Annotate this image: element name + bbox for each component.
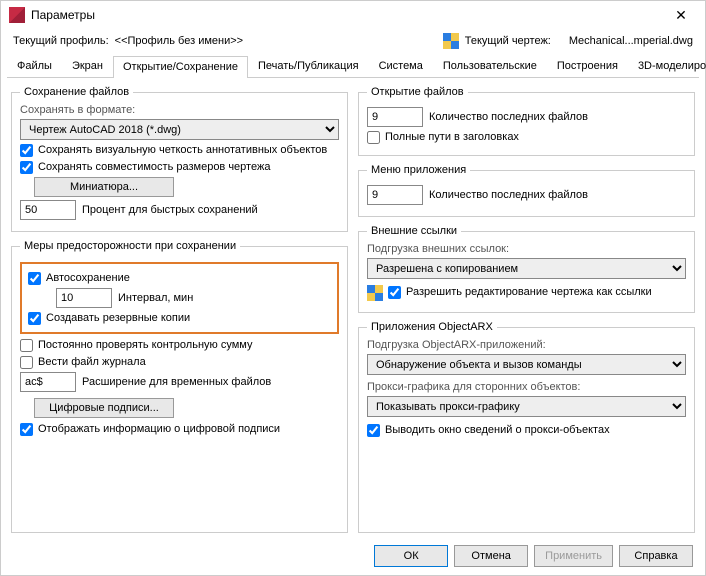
arx-demand-label: Подгрузка ObjectARX-приложений: [367,339,686,351]
tab-print[interactable]: Печать/Публикация [248,55,369,77]
tab-screen[interactable]: Экран [62,55,113,77]
window-title: Параметры [31,8,665,22]
appmenu-recent-label: Количество последних файлов [429,189,588,201]
chk-crc[interactable] [20,339,33,352]
legend-app-menu: Меню приложения [367,164,470,176]
save-format-label: Сохранять в формате: [20,104,339,116]
chk-annot-visual[interactable] [20,144,33,157]
chk-full-path-title-label: Полные пути в заголовках [385,130,686,144]
tab-user[interactable]: Пользовательские [433,55,547,77]
group-app-menu: Меню приложения Количество последних фай… [358,164,695,217]
tab-drafting[interactable]: Построения [547,55,628,77]
dialog-buttons: ОК Отмена Применить Справка [1,537,705,575]
tab-system[interactable]: Система [369,55,433,77]
tab-3d[interactable]: 3D-моделирова [628,55,706,77]
chk-show-signature[interactable] [20,423,33,436]
autosave-highlight: Автосохранение Интервал, мин Создавать р… [20,262,339,334]
incremental-save-label: Процент для быстрых сохранений [82,204,258,216]
current-drawing-label: Текущий чертеж: [465,35,551,47]
group-file-open: Открытие файлов Количество последних фай… [358,86,695,156]
cancel-button[interactable]: Отмена [454,545,528,567]
apply-button[interactable]: Применить [534,545,613,567]
ok-button[interactable]: ОК [374,545,448,567]
legend-xrefs: Внешние ссылки [367,225,461,237]
chk-size-compat-label: Сохранять совместимость размеров чертежа [38,160,339,174]
xref-load-select[interactable]: Разрешена с копированием [367,258,686,279]
group-safety: Меры предосторожности при сохранении Авт… [11,240,348,533]
tab-open-save[interactable]: Открытие/Сохранение [113,56,248,78]
close-icon[interactable]: ✕ [665,7,697,24]
legend-file-save: Сохранение файлов [20,86,133,98]
current-drawing-value: Mechanical...mperial.dwg [569,35,693,47]
thumbnail-button[interactable]: Миниатюра... [34,177,174,197]
chk-backup-label: Создавать резервные копии [46,311,331,325]
appmenu-recent-count[interactable] [367,185,423,205]
recent-files-count[interactable] [367,107,423,127]
incremental-save-pct[interactable] [20,200,76,220]
tab-files[interactable]: Файлы [7,55,62,77]
xref-load-label: Подгрузка внешних ссылок: [367,243,686,255]
chk-proxy-info[interactable] [367,424,380,437]
group-file-save: Сохранение файлов Сохранять в формате: Ч… [11,86,348,232]
current-profile-label: Текущий профиль: [13,35,109,47]
app-icon [9,7,25,23]
chk-xref-edit-label: Разрешить редактирование чертежа как ссы… [406,285,686,299]
chk-logfile[interactable] [20,356,33,369]
autosave-interval-input[interactable] [56,288,112,308]
chk-crc-label: Постоянно проверять контрольную сумму [38,338,339,352]
recent-files-label: Количество последних файлов [429,111,588,123]
chk-backup[interactable] [28,312,41,325]
options-dialog: Параметры ✕ Текущий профиль: <<Профиль б… [0,0,706,576]
left-column: Сохранение файлов Сохранять в формате: Ч… [11,86,348,533]
help-button[interactable]: Справка [619,545,693,567]
legend-objectarx: Приложения ObjectARX [367,321,497,333]
tempfile-ext-label: Расширение для временных файлов [82,376,271,388]
save-format-select[interactable]: Чертеж AutoCAD 2018 (*.dwg) [20,119,339,140]
chk-proxy-info-label: Выводить окно сведений о прокси-объектах [385,423,686,437]
drawing-icon [443,33,459,49]
tempfile-ext-input[interactable] [20,372,76,392]
right-column: Открытие файлов Количество последних фай… [358,86,695,533]
group-objectarx: Приложения ObjectARX Подгрузка ObjectARX… [358,321,695,533]
proxy-graphics-label: Прокси-графика для сторонних объектов: [367,381,686,393]
chk-show-signature-label: Отображать информацию о цифровой подписи [38,422,339,436]
current-profile-value: <<Профиль без имени>> [115,35,243,47]
proxy-graphics-select[interactable]: Показывать прокси-графику [367,396,686,417]
chk-logfile-label: Вести файл журнала [38,355,339,369]
legend-file-open: Открытие файлов [367,86,468,98]
content-area: Сохранение файлов Сохранять в формате: Ч… [1,78,705,537]
chk-autosave-label: Автосохранение [46,271,331,285]
group-xrefs: Внешние ссылки Подгрузка внешних ссылок:… [358,225,695,313]
chk-full-path-title[interactable] [367,131,380,144]
titlebar: Параметры ✕ [1,1,705,29]
chk-size-compat[interactable] [20,161,33,174]
chk-annot-visual-label: Сохранять визуальную четкость аннотативн… [38,143,339,157]
profile-row: Текущий профиль: <<Профиль без имени>> Т… [1,29,705,55]
arx-demand-select[interactable]: Обнаружение объекта и вызов команды [367,354,686,375]
legend-safety: Меры предосторожности при сохранении [20,240,240,252]
chk-xref-edit[interactable] [388,286,401,299]
digital-signatures-button[interactable]: Цифровые подписи... [34,398,174,418]
autosave-interval-label: Интервал, мин [118,292,193,304]
drawing-icon [367,285,383,301]
tab-strip: Файлы Экран Открытие/Сохранение Печать/П… [7,55,699,78]
chk-autosave[interactable] [28,272,41,285]
